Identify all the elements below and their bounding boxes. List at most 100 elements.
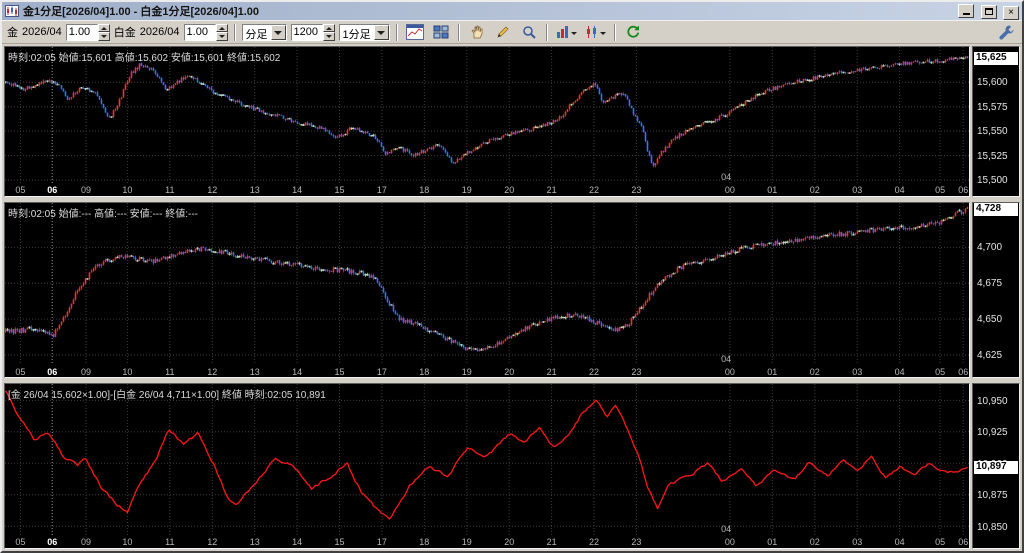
price-axis-label: 10,950 [977, 396, 1008, 407]
toolbar: 金 2026/04 白金 2026/04 分足 1分足 [2, 20, 1022, 44]
price-axis-label: 10,925 [977, 427, 1008, 438]
svg-text:14: 14 [292, 185, 302, 195]
svg-text:15: 15 [334, 537, 344, 547]
price-axis-label: 4,675 [977, 278, 1002, 289]
svg-text:04: 04 [721, 354, 731, 364]
interval-type-dropdown-button[interactable] [271, 25, 286, 40]
price-axis-label: 4,650 [977, 314, 1002, 325]
platinum-plot-area[interactable]: 0506091011121314151718192021222300010203… [4, 202, 970, 379]
app-window: 金1分足[2026/04]1.00 - 白金1分足[2026/04]1.00 ×… [0, 0, 1024, 553]
period-dropdown-button[interactable] [374, 25, 389, 40]
svg-text:22: 22 [589, 185, 599, 195]
platinum-price-axis: 4,728 4,7004,6754,6504,625 [972, 202, 1020, 379]
svg-text:12: 12 [207, 537, 217, 547]
platinum-ohlc-readout: 時刻:02:05 始値:--- 高値:--- 安値:--- 終値:--- [8, 205, 198, 220]
svg-text:06: 06 [47, 537, 57, 547]
charts-area: 0506091011121314151718192021222300010203… [2, 44, 1022, 551]
svg-text:06: 06 [47, 185, 57, 195]
gold-multiplier-spinner [98, 24, 110, 41]
gold-plot-area[interactable]: 0506091011121314151718192021222300010203… [4, 46, 970, 197]
gold-multiplier-field [66, 24, 110, 41]
price-axis-label: 15,550 [977, 126, 1008, 137]
svg-text:04: 04 [895, 367, 905, 377]
svg-text:04: 04 [895, 185, 905, 195]
interval-type-value: 分足 [243, 25, 271, 40]
svg-text:15: 15 [334, 367, 344, 377]
refresh-button[interactable] [622, 22, 644, 42]
svg-text:22: 22 [589, 537, 599, 547]
chart-settings-icon [406, 24, 424, 40]
candle-chart-type-button[interactable] [583, 22, 608, 42]
svg-text:09: 09 [81, 367, 91, 377]
price-axis-label: 10,850 [977, 522, 1008, 533]
svg-text:12: 12 [207, 367, 217, 377]
svg-text:15: 15 [334, 185, 344, 195]
svg-text:12: 12 [207, 185, 217, 195]
price-axis-label: 15,525 [977, 151, 1008, 162]
spread-plot-area[interactable]: 0506091011121314151718192021222300010203… [4, 383, 970, 549]
tile-windows-button[interactable] [430, 22, 452, 42]
zoom-tool-button[interactable] [518, 22, 540, 42]
spread-price-axis: 10,897 10,95010,92510,90010,87510,850 [972, 383, 1020, 549]
draw-tool-button[interactable] [492, 22, 514, 42]
chevron-down-icon [274, 31, 282, 39]
gold-multiplier-down-button[interactable] [98, 32, 110, 41]
pan-tool-button[interactable] [466, 22, 488, 42]
svg-text:18: 18 [419, 185, 429, 195]
chart-settings-button[interactable] [404, 22, 426, 42]
minimize-button[interactable] [958, 4, 974, 18]
price-axis-label: 15,500 [977, 175, 1008, 186]
svg-text:22: 22 [589, 367, 599, 377]
platinum-multiplier-up-button[interactable] [216, 24, 228, 33]
platinum-chart-canvas: 0506091011121314151718192021222300010203… [5, 203, 969, 378]
chevron-down-icon [571, 32, 577, 38]
svg-text:04: 04 [895, 537, 905, 547]
price-axis-label: 15,600 [977, 77, 1008, 88]
period-combo[interactable]: 1分足 [339, 24, 390, 41]
svg-text:23: 23 [631, 185, 641, 195]
bar-chart-type-button[interactable] [554, 22, 579, 42]
svg-text:18: 18 [419, 537, 429, 547]
svg-text:02: 02 [810, 537, 820, 547]
platinum-multiplier-input[interactable] [184, 24, 216, 41]
platinum-multiplier-down-button[interactable] [216, 32, 228, 41]
maximize-button[interactable] [981, 5, 997, 19]
toolbar-separator [458, 24, 460, 41]
close-button[interactable]: × [1003, 6, 1019, 20]
price-axis-label: 15,575 [977, 102, 1008, 113]
svg-text:13: 13 [250, 367, 260, 377]
bar-count-input[interactable] [291, 24, 323, 41]
svg-text:04: 04 [721, 172, 731, 182]
svg-text:20: 20 [504, 537, 514, 547]
svg-text:03: 03 [852, 367, 862, 377]
toolbar-separator [546, 24, 548, 41]
svg-text:14: 14 [292, 537, 302, 547]
svg-text:01: 01 [767, 185, 777, 195]
svg-text:13: 13 [250, 537, 260, 547]
bar-count-up-button[interactable] [323, 24, 335, 33]
svg-text:02: 02 [810, 185, 820, 195]
gold-multiplier-input[interactable] [66, 24, 98, 41]
pencil-icon [495, 24, 511, 40]
platinum-last-price-badge: 4,728 [974, 203, 1018, 216]
gold-multiplier-up-button[interactable] [98, 24, 110, 33]
svg-text:06: 06 [958, 537, 968, 547]
svg-text:19: 19 [462, 537, 472, 547]
svg-text:09: 09 [81, 185, 91, 195]
svg-text:17: 17 [377, 367, 387, 377]
candle-chart-icon [585, 25, 599, 39]
titlebar[interactable]: 金1分足[2026/04]1.00 - 白金1分足[2026/04]1.00 × [2, 2, 1022, 20]
interval-type-combo[interactable]: 分足 [242, 24, 287, 41]
settings-wrench-button[interactable] [995, 22, 1017, 42]
svg-text:19: 19 [462, 367, 472, 377]
price-axis-label: 10,875 [977, 490, 1008, 501]
tile-windows-icon [433, 25, 449, 39]
bar-count-down-button[interactable] [323, 32, 335, 41]
svg-text:01: 01 [767, 537, 777, 547]
svg-text:17: 17 [377, 185, 387, 195]
period-value: 1分足 [340, 25, 374, 40]
svg-text:23: 23 [631, 537, 641, 547]
svg-text:04: 04 [721, 524, 731, 534]
svg-text:06: 06 [47, 367, 57, 377]
svg-text:09: 09 [81, 537, 91, 547]
